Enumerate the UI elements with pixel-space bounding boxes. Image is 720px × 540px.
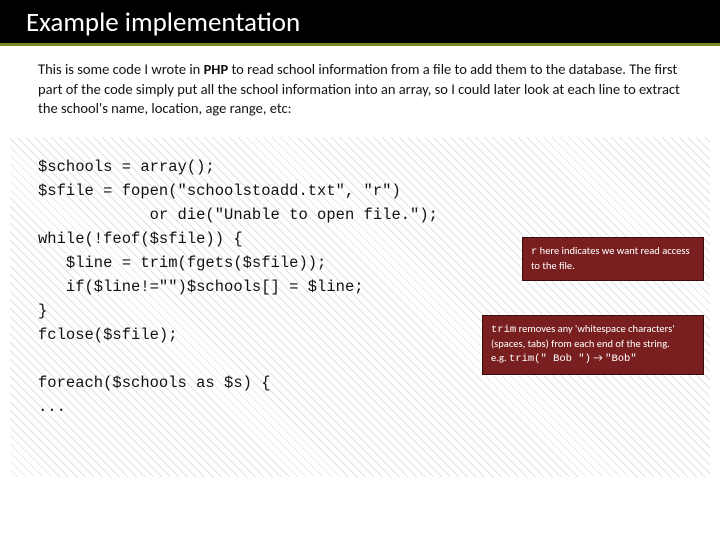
intro-bold: PHP xyxy=(204,60,229,78)
code-area: $schools = array(); $sfile = fopen("scho… xyxy=(10,137,710,477)
slide-title: Example implementation xyxy=(26,6,300,39)
slide: Example implementation This is some code… xyxy=(0,0,720,540)
callout-text: here indicates we want read access to th… xyxy=(531,244,690,273)
callout-eg-code: trim(" Bob ") xyxy=(509,353,591,365)
intro-paragraph: This is some code I wrote in PHP to read… xyxy=(0,46,720,129)
callout-eg-result: "Bob" xyxy=(605,353,637,365)
callout-code: trim xyxy=(491,324,516,336)
code-block: $schools = array(); $sfile = fopen("scho… xyxy=(38,155,690,419)
title-bar: Example implementation xyxy=(0,0,720,43)
callout-arrow: → xyxy=(591,351,605,364)
callout-eg-label: e.g. xyxy=(491,351,509,364)
intro-before: This is some code I wrote in xyxy=(38,60,204,78)
callout-read-mode: r here indicates we want read access to … xyxy=(522,237,704,281)
callout-text: removes any 'whitespace characters' (spa… xyxy=(491,322,675,351)
callout-trim: trim removes any 'whitespace characters'… xyxy=(482,315,704,375)
